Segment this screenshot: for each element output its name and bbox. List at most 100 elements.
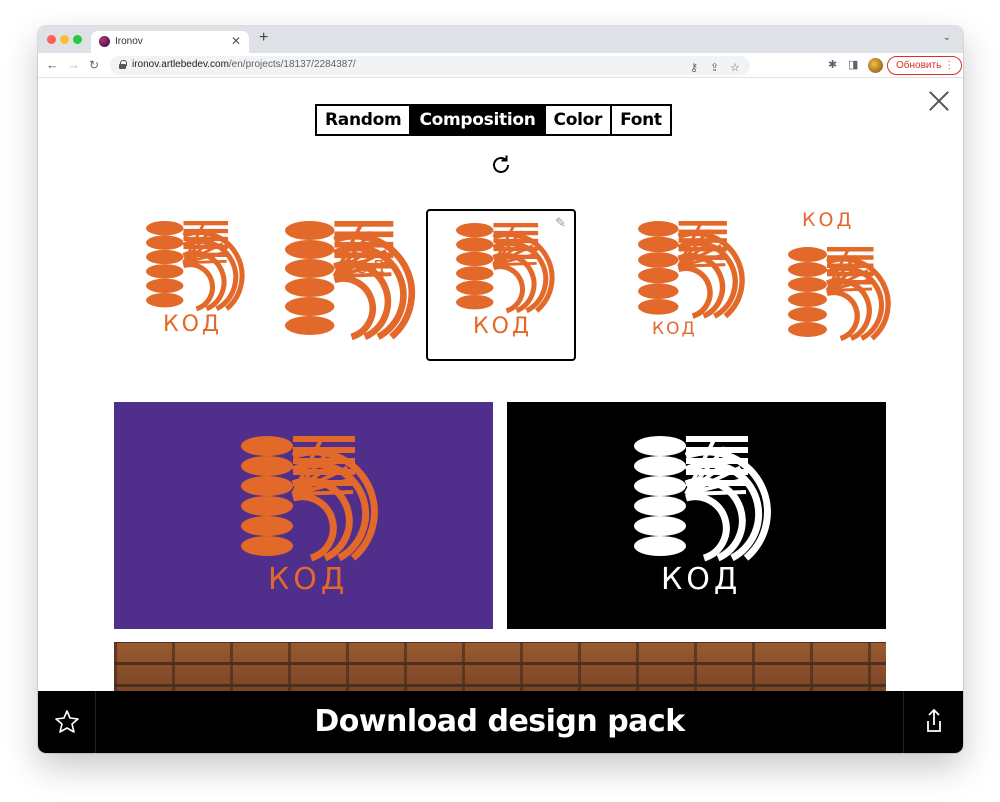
variant-3-word: КОД bbox=[473, 314, 533, 339]
tab-close-icon[interactable]: ✕ bbox=[231, 34, 241, 48]
stem-ellipse bbox=[146, 249, 184, 265]
variant-4-word: КОД bbox=[652, 319, 697, 339]
preview-black-word: КОД bbox=[661, 562, 742, 597]
preview-purple: КОД bbox=[114, 402, 493, 629]
profile-avatar[interactable] bbox=[868, 58, 883, 73]
ray-bar bbox=[493, 223, 539, 228]
stem-ellipse bbox=[638, 283, 679, 299]
stem-ellipse bbox=[638, 252, 679, 268]
stem-ellipse bbox=[146, 235, 184, 250]
page-content: Random Composition Color Font КОД КОД ✎ … bbox=[38, 79, 963, 753]
share-page-icon[interactable]: ⇪ bbox=[710, 61, 719, 74]
tab-font[interactable]: Font bbox=[612, 106, 670, 134]
variant-strip: КОД КОД ✎ КОД КОД КОД bbox=[118, 209, 891, 361]
stem-ellipse bbox=[634, 516, 686, 536]
stem-ellipse bbox=[285, 316, 335, 335]
stem-ellipse bbox=[456, 280, 494, 295]
stem-ellipse bbox=[456, 251, 494, 267]
url-text: ironov.artlebedev.com/en/projects/18137/… bbox=[132, 59, 356, 70]
tab-composition[interactable]: Composition bbox=[411, 106, 546, 134]
stem-ellipse bbox=[788, 307, 827, 322]
tab-strip: Ironov ✕ + ⌄ bbox=[38, 26, 963, 53]
stem-ellipse bbox=[788, 322, 827, 337]
browser-window: Ironov ✕ + ⌄ ← → ↻ ironov.artlebedev.com… bbox=[38, 26, 963, 753]
ray-bar bbox=[183, 221, 229, 226]
stem-ellipse bbox=[634, 536, 686, 556]
share-button[interactable] bbox=[903, 691, 963, 753]
ray-bar bbox=[678, 221, 727, 226]
stem-ellipse bbox=[241, 496, 293, 516]
stem-ellipse bbox=[456, 295, 494, 310]
back-button[interactable]: ← bbox=[46, 57, 59, 72]
tab-search-icon[interactable]: ⌄ bbox=[943, 32, 951, 43]
stem-ellipse bbox=[788, 262, 827, 277]
minimize-window-button[interactable] bbox=[60, 35, 69, 44]
favorite-button[interactable] bbox=[38, 691, 96, 753]
stem-ellipse bbox=[634, 496, 686, 516]
ray-bar bbox=[293, 436, 355, 442]
favicon-icon bbox=[99, 36, 110, 47]
stem-ellipse bbox=[285, 297, 335, 316]
variant-4[interactable]: КОД bbox=[610, 209, 760, 361]
close-icon[interactable] bbox=[928, 90, 950, 112]
stem-ellipse bbox=[285, 240, 335, 259]
tab-random[interactable]: Random bbox=[317, 106, 412, 134]
tab-color[interactable]: Color bbox=[546, 106, 613, 134]
arc-stroke bbox=[291, 493, 337, 562]
variant-2[interactable]: КОД bbox=[270, 209, 420, 361]
sidepanel-icon[interactable]: ◨ bbox=[848, 58, 858, 71]
bottom-bar: Download design pack bbox=[38, 691, 963, 753]
variant-5[interactable]: КОД bbox=[761, 209, 911, 361]
arc-stroke bbox=[182, 262, 215, 312]
forward-button[interactable]: → bbox=[67, 57, 80, 72]
variant-3-selected[interactable]: ✎ КОД bbox=[426, 209, 576, 361]
stem-ellipse bbox=[788, 247, 827, 262]
logo-k-glyph bbox=[285, 221, 416, 341]
address-bar[interactable]: ironov.artlebedev.com/en/projects/18137/… bbox=[110, 56, 750, 75]
arc-stroke bbox=[684, 493, 730, 562]
arc-stroke bbox=[333, 275, 376, 341]
stem-ellipse bbox=[241, 516, 293, 536]
stem-ellipse bbox=[146, 278, 184, 293]
bookmark-star-icon[interactable]: ☆ bbox=[730, 61, 740, 74]
logo-k-glyph bbox=[456, 223, 555, 314]
stem-ellipse bbox=[638, 221, 679, 237]
reload-button[interactable]: ↻ bbox=[89, 58, 99, 72]
maximize-window-button[interactable] bbox=[73, 35, 82, 44]
refresh-icon[interactable] bbox=[489, 153, 513, 177]
stem-ellipse bbox=[241, 436, 293, 456]
stem-ellipse bbox=[456, 237, 494, 252]
arc-stroke bbox=[492, 264, 525, 314]
update-button[interactable]: Обновить ⋮ bbox=[887, 56, 963, 75]
browser-tab[interactable]: Ironov ✕ bbox=[91, 31, 249, 53]
lock-icon bbox=[119, 60, 127, 69]
logo-k-glyph bbox=[634, 436, 771, 562]
stem-ellipse bbox=[285, 259, 335, 278]
new-tab-button[interactable]: + bbox=[259, 29, 268, 47]
ray-bar bbox=[686, 436, 748, 442]
variant-1-word: КОД bbox=[163, 312, 223, 337]
key-icon[interactable]: ⚷ bbox=[690, 61, 698, 74]
mode-tabs: Random Composition Color Font bbox=[315, 104, 672, 136]
ray-bar bbox=[827, 247, 874, 252]
logo-k-glyph bbox=[241, 436, 378, 562]
stem-ellipse bbox=[638, 236, 679, 253]
extensions-icon[interactable]: ✱ bbox=[828, 58, 837, 71]
stem-ellipse bbox=[638, 267, 679, 284]
stem-ellipse bbox=[634, 476, 686, 496]
arc-stroke bbox=[826, 289, 860, 342]
close-window-button[interactable] bbox=[47, 35, 56, 44]
stem-ellipse bbox=[634, 436, 686, 456]
stem-ellipse bbox=[285, 221, 335, 240]
logo-k-glyph bbox=[788, 247, 891, 342]
stem-ellipse bbox=[634, 456, 686, 476]
preview-black: КОД bbox=[507, 402, 886, 629]
variant-2-word: КОД bbox=[340, 257, 388, 278]
arc-stroke bbox=[677, 265, 713, 319]
logo-k-glyph bbox=[638, 221, 745, 319]
download-design-pack-button[interactable]: Download design pack bbox=[96, 691, 903, 753]
stem-ellipse bbox=[456, 223, 494, 238]
stem-ellipse bbox=[285, 278, 335, 297]
stem-ellipse bbox=[788, 292, 827, 307]
variant-1[interactable]: КОД bbox=[118, 209, 268, 361]
